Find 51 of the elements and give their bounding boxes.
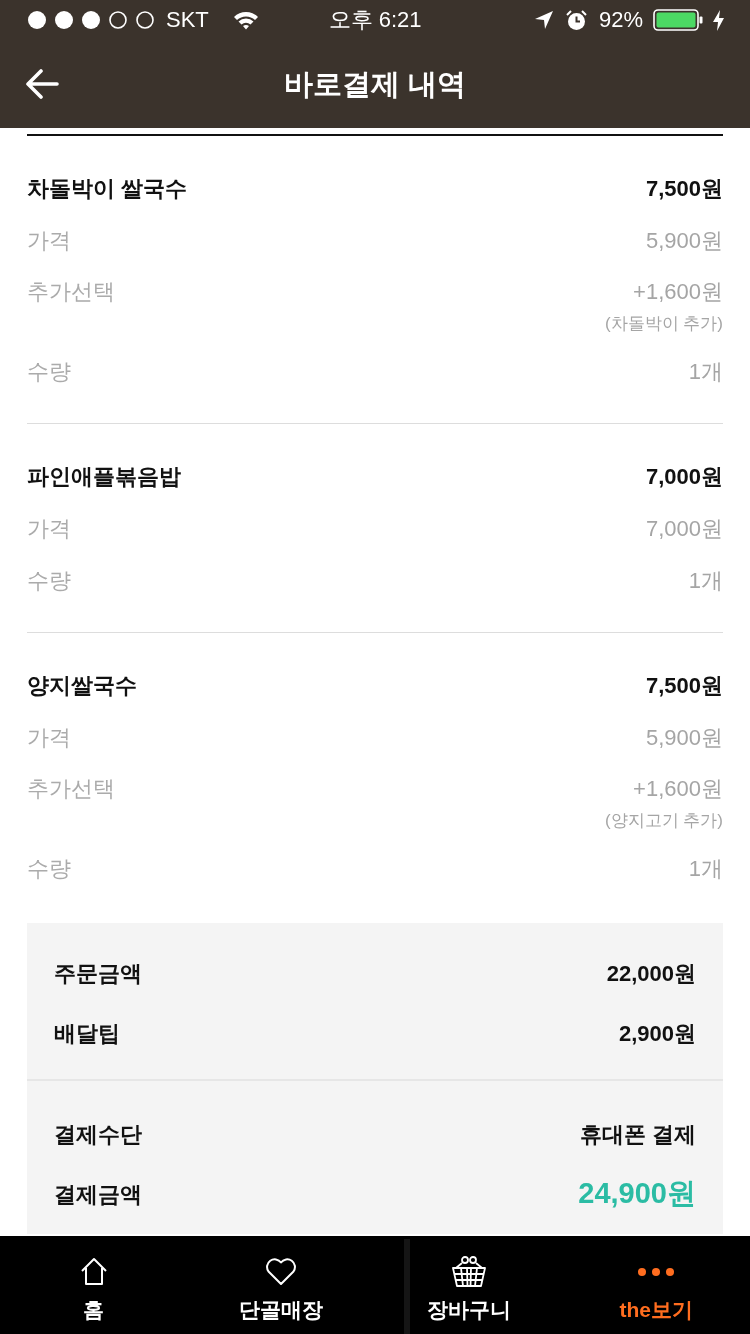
summary-label: 결제수단 [54, 1120, 142, 1149]
more-dots-icon [637, 1267, 676, 1277]
summary-label: 결제금액 [54, 1180, 142, 1209]
signal-strength-icon [26, 10, 156, 30]
nav-tab[interactable]: 장바구니 [375, 1236, 563, 1334]
summary-label: 배달팁 [54, 1019, 120, 1048]
back-arrow-icon [25, 69, 59, 99]
detail-label: 수량 [27, 854, 71, 883]
summary-value: 2,900원 [618, 1019, 696, 1048]
menu-item-total: 7,500원 [645, 671, 723, 700]
location-arrow-icon [533, 10, 554, 30]
detail-value: +1,600원 [633, 280, 723, 304]
basket-icon [451, 1256, 486, 1288]
menu-item-name: 파인애플볶음밥 [27, 462, 181, 491]
detail-value: 7,000원 [645, 514, 723, 543]
detail-label: 수량 [27, 357, 71, 386]
detail-value: +1,600원 [633, 777, 723, 801]
detail-label: 가격 [27, 723, 71, 752]
nav-tab[interactable]: the보기 [562, 1236, 750, 1334]
payment-total: 24,900원 [578, 1176, 696, 1212]
battery-icon [653, 9, 703, 31]
menu-item-total: 7,000원 [645, 462, 723, 491]
detail-value: 1개 [688, 357, 723, 386]
nav-tab[interactable]: 단골매장 [187, 1236, 375, 1334]
page-title: 바로결제 내역 [283, 69, 467, 99]
heart-icon [265, 1258, 298, 1286]
option-note: (양지고기 추가) [604, 811, 723, 831]
detail-value: 1개 [688, 854, 723, 883]
detail-value: 5,900원 [645, 226, 723, 255]
option-note: (차돌박이 추가) [604, 314, 723, 334]
detail-label: 수량 [27, 566, 71, 595]
detail-value: 1개 [688, 566, 723, 595]
alarm-clock-icon [565, 9, 587, 31]
carrier-name: SKT [166, 9, 209, 31]
detail-value: 5,900원 [645, 723, 723, 752]
status-time: 오후 6:21 [328, 9, 422, 31]
summary-value: 휴대폰 결제 [579, 1120, 696, 1149]
summary-label: 주문금액 [54, 959, 142, 988]
detail-label: 추가선택 [27, 777, 115, 803]
wifi-icon [232, 10, 259, 30]
charging-bolt-icon [713, 9, 724, 31]
detail-label: 추가선택 [27, 280, 115, 306]
menu-item-name: 양지쌀국수 [27, 671, 137, 700]
detail-label: 가격 [27, 514, 71, 543]
menu-item-name: 차돌박이 쌀국수 [27, 174, 188, 203]
detail-label: 가격 [27, 226, 71, 255]
menu-item-total: 7,500원 [645, 174, 723, 203]
summary-value: 22,000원 [606, 959, 696, 988]
back-button[interactable] [24, 66, 60, 102]
nav-tab[interactable]: 홈 [0, 1236, 188, 1334]
battery-percentage: 92% [598, 9, 643, 31]
